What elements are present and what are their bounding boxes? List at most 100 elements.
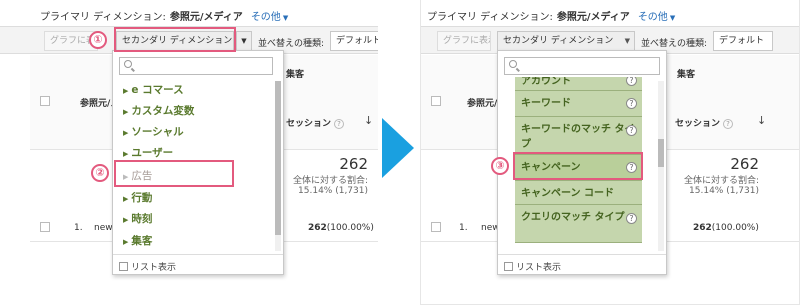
primary-dimension-value: 参照元/メディア xyxy=(169,12,243,23)
sort-type-label: 並べ替えの種類: xyxy=(258,39,325,49)
sub-item-label: キーワードのマッチ タイプ xyxy=(521,124,635,150)
sessions-total-percent: 15.14% (1,731) xyxy=(689,186,759,196)
row-number: 1. xyxy=(459,223,468,233)
list-view-label: リスト表示 xyxy=(516,263,562,273)
menu-divider xyxy=(498,254,666,255)
menu-item-social[interactable]: ▶ ソーシャル xyxy=(123,124,184,139)
chevron-down-icon: ▼ xyxy=(282,14,289,22)
search-icon xyxy=(509,60,517,68)
list-view-checkbox[interactable] xyxy=(504,262,513,271)
row-number: 1. xyxy=(74,223,83,233)
column-group-acquisition: 集客 xyxy=(286,70,305,80)
sub-item-label: キャンペーン コード xyxy=(521,188,614,199)
chevron-down-icon: ▼ xyxy=(624,37,630,45)
list-view-checkbox[interactable] xyxy=(119,262,128,271)
menu-scrollbar[interactable] xyxy=(275,81,281,251)
sub-item-label: クエリのマッチ タイプ xyxy=(521,212,625,223)
row-sessions: 262(100.00%) xyxy=(308,223,374,233)
row-sessions: 262(100.00%) xyxy=(693,223,759,233)
row-sessions-value: 262 xyxy=(693,223,712,233)
triangle-right-icon: ▶ xyxy=(123,150,129,158)
row-sessions-percent: (100.00%) xyxy=(326,223,374,233)
dimension-search-input[interactable] xyxy=(504,57,660,75)
secondary-dimension-label: セカンダリ ディメンション xyxy=(503,36,614,46)
sort-type-label: 並べ替えの種類: xyxy=(641,39,708,49)
secondary-dimension-dropdown[interactable]: セカンダリ ディメンション ▼ xyxy=(497,31,635,51)
right-panel: プライマリ ディメンション:参照元/メディアその他▼ グラフに表示 セカンダリ … xyxy=(420,0,800,305)
menu-item-acquisition[interactable]: ▶ 集客 xyxy=(123,233,152,248)
triangle-right-icon: ▶ xyxy=(123,195,129,203)
step-badge-2: ② xyxy=(91,164,109,182)
dimension-search-input[interactable] xyxy=(119,57,273,75)
sort-desc-icon[interactable]: ↓ xyxy=(757,114,766,127)
list-view-toggle[interactable]: リスト表示 xyxy=(119,260,176,273)
triangle-right-icon: ▶ xyxy=(123,216,129,224)
sessions-total-value: 262 xyxy=(339,155,368,173)
help-icon[interactable]: ? xyxy=(723,119,734,129)
chevron-down-icon: ▼ xyxy=(241,37,247,45)
sort-type-dropdown[interactable]: デフォルト xyxy=(330,31,378,51)
sessions-total-label: 全体に対する割合: xyxy=(683,176,759,186)
triangle-right-icon: ▶ xyxy=(123,129,129,137)
menu-scrollbar-thumb[interactable] xyxy=(658,139,664,167)
sub-item-label: キーワード xyxy=(521,98,571,109)
menu-item-label: ユーザー xyxy=(131,147,174,159)
menu-item-label: 集客 xyxy=(131,235,153,247)
sessions-total: 262 全体に対する割合: 15.14% (1,731) xyxy=(661,155,759,196)
help-icon[interactable]: ? xyxy=(334,119,345,129)
list-view-toggle[interactable]: リスト表示 xyxy=(504,260,561,273)
help-icon[interactable]: ? xyxy=(626,213,637,224)
menu-item-behavior[interactable]: ▶ 行動 xyxy=(123,190,152,205)
other-link[interactable]: その他 xyxy=(251,12,281,23)
sort-desc-icon[interactable]: ↓ xyxy=(364,114,373,127)
sub-item-account[interactable]: アカウント? xyxy=(515,77,642,91)
menu-item-label: ソーシャル xyxy=(131,126,184,138)
row-checkbox[interactable] xyxy=(431,222,441,232)
other-link[interactable]: その他 xyxy=(638,12,668,23)
search-icon xyxy=(124,60,132,68)
row-source[interactable]: new xyxy=(94,223,113,233)
select-all-checkbox[interactable] xyxy=(431,96,441,106)
menu-item-users[interactable]: ▶ ユーザー xyxy=(123,145,173,160)
menu-item-label: 時刻 xyxy=(131,213,153,225)
column-sessions[interactable]: セッション? xyxy=(286,116,345,129)
sessions-total: 262 全体に対する割合: 15.14% (1,731) xyxy=(272,155,368,196)
secondary-dimension-caret[interactable]: ▼ xyxy=(236,31,252,51)
column-sessions-label: セッション xyxy=(675,119,721,129)
left-panel: プライマリ ディメンション:参照元/メディアその他▼ グラフに表示 セカンダリ … xyxy=(0,0,378,305)
menu-divider xyxy=(113,254,283,255)
sessions-total-percent: 15.14% (1,731) xyxy=(298,186,368,196)
primary-dimension-label: プライマリ ディメンション: xyxy=(427,12,553,23)
row-checkbox[interactable] xyxy=(40,222,50,232)
menu-scrollbar-thumb[interactable] xyxy=(275,81,281,235)
list-view-label: リスト表示 xyxy=(131,263,177,273)
column-sessions[interactable]: セッション? xyxy=(675,116,734,129)
primary-dimension-row: プライマリ ディメンション: 参照元/メディア その他 ▼ xyxy=(40,8,288,23)
menu-scrollbar[interactable] xyxy=(658,81,664,251)
select-all-checkbox[interactable] xyxy=(40,96,50,106)
menu-item-time[interactable]: ▶ 時刻 xyxy=(123,211,152,226)
column-group-acquisition: 集客 xyxy=(677,70,696,80)
primary-dimension-label: プライマリ ディメンション: xyxy=(40,12,166,23)
sub-item-keyword[interactable]: キーワード? xyxy=(515,91,642,117)
primary-dimension-value: 参照元/メディア xyxy=(556,12,630,23)
plot-rows-button[interactable]: グラフに表示 xyxy=(437,31,491,51)
help-icon[interactable]: ? xyxy=(626,77,637,86)
sub-item-keyword-match-type[interactable]: キーワードのマッチ タイプ? xyxy=(515,117,642,155)
highlight-ads xyxy=(114,160,234,187)
chevron-down-icon: ▼ xyxy=(669,14,676,22)
sessions-total-label: 全体に対する割合: xyxy=(292,176,368,186)
sort-type-dropdown[interactable]: デフォルト xyxy=(713,31,773,51)
help-icon[interactable]: ? xyxy=(626,98,637,109)
menu-item-ecommerce[interactable]: ▶ e コマース xyxy=(123,82,184,97)
menu-item-custom-variables[interactable]: ▶ カスタム変数 xyxy=(123,103,194,118)
triangle-right-icon: ▶ xyxy=(123,108,129,116)
help-icon[interactable]: ? xyxy=(626,125,637,136)
triangle-right-icon: ▶ xyxy=(123,238,129,246)
menu-item-label: 行動 xyxy=(131,192,153,204)
row-sessions-percent: (100.00%) xyxy=(711,223,759,233)
menu-item-label: カスタム変数 xyxy=(131,105,195,117)
sub-item-query-match-type[interactable]: クエリのマッチ タイプ? xyxy=(515,205,642,243)
step-badge-1: ① xyxy=(89,31,107,49)
sub-item-campaign-code[interactable]: キャンペーン コード xyxy=(515,181,642,205)
